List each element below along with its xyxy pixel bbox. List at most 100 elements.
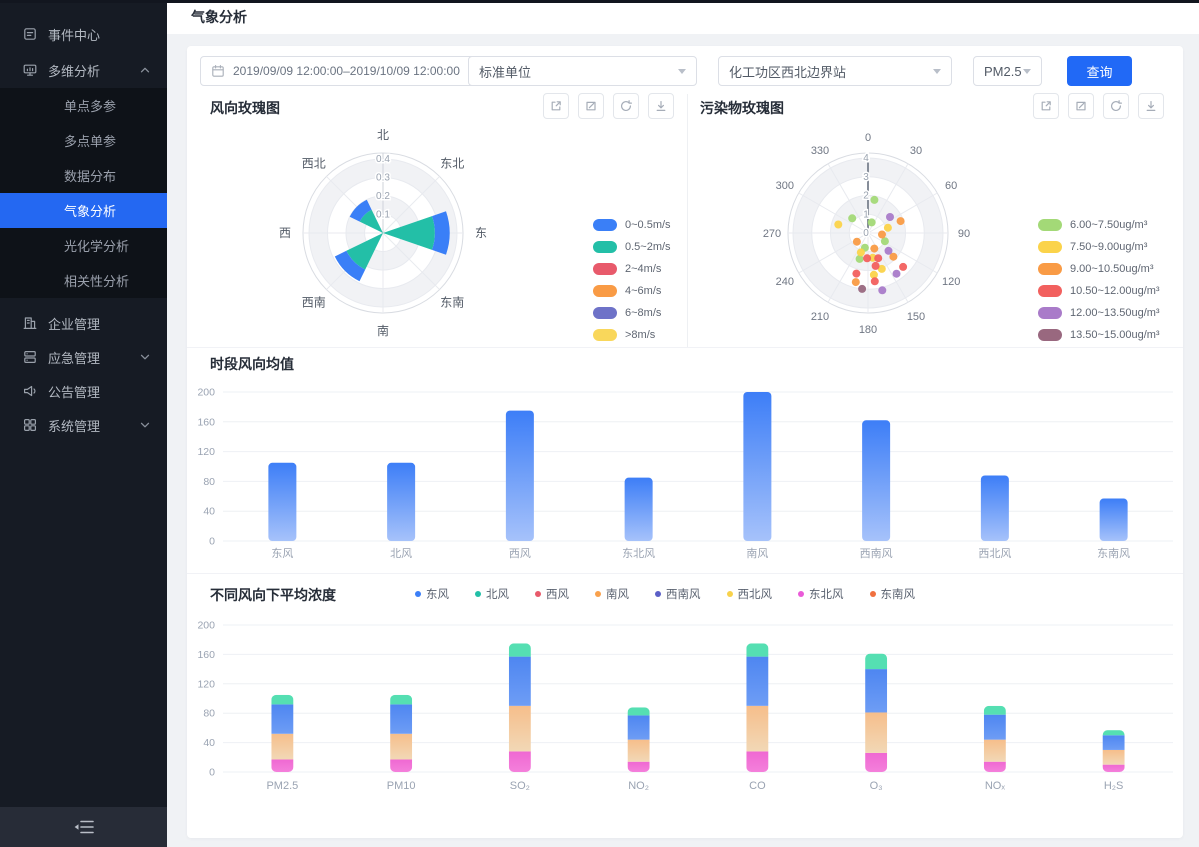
legend-item[interactable]: 西南风 <box>655 586 701 602</box>
sidebar-subitem-correlation[interactable]: 相关性分析 <box>0 263 167 298</box>
svg-text:80: 80 <box>203 476 215 488</box>
legend-item[interactable]: 0.5~2m/s <box>593 236 671 258</box>
svg-text:240: 240 <box>776 276 794 288</box>
svg-text:0.1: 0.1 <box>376 210 390 221</box>
legend-item[interactable]: 10.50~12.00ug/m³ <box>1038 280 1160 302</box>
legend-item[interactable]: 6.00~7.50ug/m³ <box>1038 214 1160 236</box>
sidebar-item-label: 系统管理 <box>48 416 100 435</box>
legend-item[interactable]: >8m/s <box>593 324 671 346</box>
legend-item[interactable]: 东风 <box>415 586 449 602</box>
svg-text:120: 120 <box>197 446 215 458</box>
svg-text:北风: 北风 <box>390 547 412 560</box>
svg-text:30: 30 <box>910 145 922 157</box>
legend-item[interactable]: 西北风 <box>727 586 773 602</box>
legend-item[interactable]: 9.00~10.50ug/m³ <box>1038 258 1160 280</box>
legend-item[interactable]: 2~4m/s <box>593 258 671 280</box>
legend-swatch <box>1038 329 1062 341</box>
legend-item[interactable]: 北风 <box>475 586 509 602</box>
refresh-button[interactable] <box>613 93 639 119</box>
svg-text:南: 南 <box>377 323 389 338</box>
legend-item[interactable]: 西风 <box>535 586 569 602</box>
download-button[interactable] <box>648 93 674 119</box>
svg-text:90: 90 <box>958 228 970 240</box>
legend-item[interactable]: 0~0.5m/s <box>593 214 671 236</box>
unit-select[interactable]: 标准单位 <box>468 56 697 86</box>
caret-down-icon <box>678 69 686 74</box>
svg-text:南风: 南风 <box>746 547 768 560</box>
legend-item[interactable]: 4~6m/s <box>593 280 671 302</box>
refresh-button[interactable] <box>1103 93 1129 119</box>
svg-text:40: 40 <box>203 737 215 749</box>
svg-text:2: 2 <box>863 191 869 202</box>
svg-text:O₃: O₃ <box>870 780 883 792</box>
sidebar-item-notice[interactable]: 公告管理 <box>0 374 167 408</box>
download-button[interactable] <box>1138 93 1164 119</box>
svg-text:西风: 西风 <box>509 547 531 560</box>
sidebar-collapse-button[interactable] <box>0 807 167 847</box>
sidebar-item-enterprise[interactable]: 企业管理 <box>0 306 167 340</box>
legend-item[interactable]: 13.50~15.00ug/m³ <box>1038 324 1160 346</box>
svg-text:PM2.5: PM2.5 <box>266 780 298 792</box>
legend-item[interactable]: 6~8m/s <box>593 302 671 324</box>
svg-text:东: 东 <box>475 226 487 240</box>
sidebar-subitem-single-point[interactable]: 单点多参 <box>0 88 167 123</box>
svg-text:60: 60 <box>945 180 957 192</box>
edit-button[interactable] <box>1068 93 1094 119</box>
pollutant-rose-toolbar <box>1033 93 1164 119</box>
station-select[interactable]: 化工功区西北边界站 <box>718 56 952 86</box>
legend-item[interactable]: 东北风 <box>798 586 844 602</box>
legend-swatch <box>1038 307 1062 319</box>
subitem-label: 相关性分析 <box>64 271 129 290</box>
svg-text:4: 4 <box>863 153 869 164</box>
download-icon <box>1144 99 1158 113</box>
svg-text:180: 180 <box>859 324 877 336</box>
wind-rose-title: 风向玫瑰图 <box>210 98 280 118</box>
analysis-card: 2019/09/09 12:00:00–2019/10/09 12:00:00 … <box>187 46 1183 838</box>
sidebar-subitem-multi-point[interactable]: 多点单参 <box>0 123 167 158</box>
svg-text:210: 210 <box>811 311 829 323</box>
legend-label: 东北风 <box>809 586 844 602</box>
wind-average-bar-chart: 04080120160200东风北风西风东北风南风西南风西北风东南风 <box>195 376 1177 572</box>
menu-fold-icon <box>72 819 96 835</box>
subitem-label: 气象分析 <box>64 201 116 220</box>
open-in-new-button[interactable] <box>543 93 569 119</box>
svg-text:CO: CO <box>749 780 766 792</box>
sidebar-item-system[interactable]: 系统管理 <box>0 408 167 442</box>
svg-text:东风: 东风 <box>271 547 293 560</box>
sidebar-item-multi-analysis[interactable]: 多维分析 <box>0 52 167 88</box>
svg-text:0.2: 0.2 <box>376 191 390 202</box>
legend-label: 7.50~9.00ug/m³ <box>1070 241 1147 253</box>
date-range-value: 2019/09/09 12:00:00–2019/10/09 12:00:00 <box>233 64 460 78</box>
legend-label: 0~0.5m/s <box>625 219 671 231</box>
legend-label: 西风 <box>546 586 569 602</box>
edit-button[interactable] <box>578 93 604 119</box>
window-top-edge <box>0 0 1199 3</box>
legend-label: 12.00~13.50ug/m³ <box>1070 307 1160 319</box>
svg-text:0: 0 <box>863 228 869 239</box>
legend-label: 0.5~2m/s <box>625 241 671 253</box>
sidebar: 事件中心 多维分析 单点多参 多点单参 数据分布 气象分析 光化学分析 相关性分… <box>0 0 167 847</box>
svg-text:西: 西 <box>279 226 291 240</box>
legend-dot <box>798 591 804 597</box>
svg-text:270: 270 <box>763 228 781 240</box>
open-in-new-button[interactable] <box>1033 93 1059 119</box>
svg-text:150: 150 <box>907 311 925 323</box>
legend-label: 9.00~10.50ug/m³ <box>1070 263 1153 275</box>
legend-label: 2~4m/s <box>625 263 661 275</box>
legend-item[interactable]: 南风 <box>595 586 629 602</box>
legend-item[interactable]: 12.00~13.50ug/m³ <box>1038 302 1160 324</box>
pollutant-select[interactable]: PM2.5 <box>973 56 1042 86</box>
sidebar-subitem-weather-analysis[interactable]: 气象分析 <box>0 193 167 228</box>
stacked-chart-legend: 东风 北风 西风 南风 西南风 西北风 东北风 东南风 <box>415 586 915 602</box>
legend-item[interactable]: 7.50~9.00ug/m³ <box>1038 236 1160 258</box>
search-button[interactable]: 查询 <box>1067 56 1132 86</box>
legend-dot <box>595 591 601 597</box>
sidebar-subitem-data-distribution[interactable]: 数据分布 <box>0 158 167 193</box>
sidebar-item-event-center[interactable]: 事件中心 <box>0 16 167 52</box>
sidebar-subitem-photochemical[interactable]: 光化学分析 <box>0 228 167 263</box>
edit-icon <box>1074 99 1088 113</box>
sidebar-item-emergency[interactable]: 应急管理 <box>0 340 167 374</box>
sidebar-item-label: 公告管理 <box>48 382 100 401</box>
legend-item[interactable]: 东南风 <box>870 586 916 602</box>
svg-text:1: 1 <box>863 209 869 220</box>
